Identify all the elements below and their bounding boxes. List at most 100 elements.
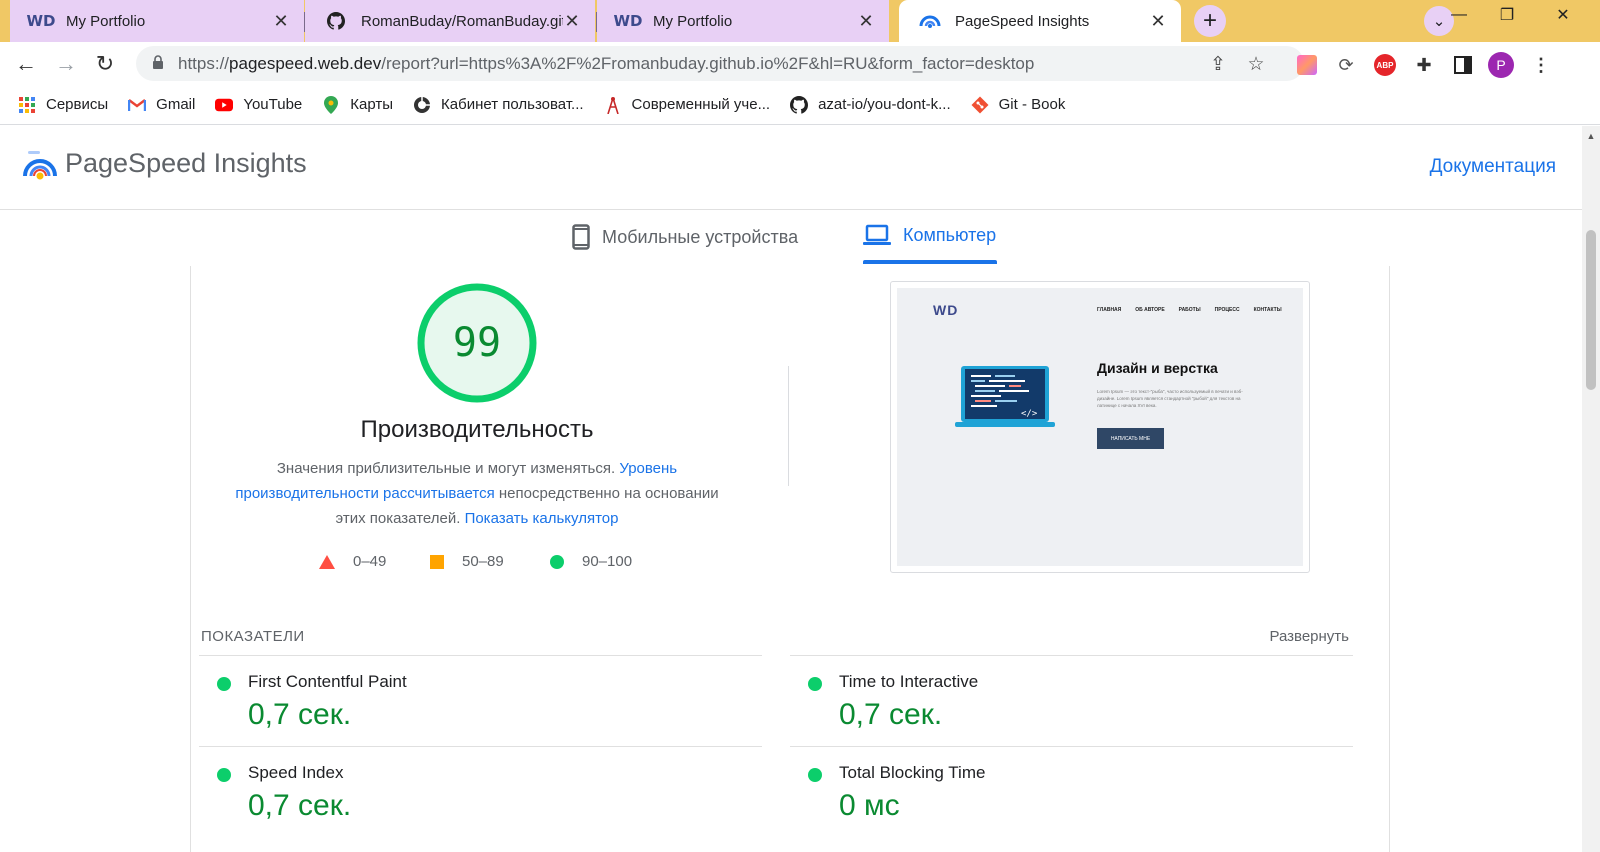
browser-tab[interactable]: RomanBuday/RomanBuday.githu ✕	[305, 0, 595, 42]
psi-header: PageSpeed Insights Документация	[0, 126, 1582, 210]
bookmark-item[interactable]: Git - Book	[971, 96, 1066, 114]
metric-label: Total Blocking Time	[839, 763, 986, 782]
close-icon[interactable]: ✕	[563, 11, 581, 32]
adblock-icon[interactable]: ABP	[1372, 52, 1398, 78]
git-icon	[971, 96, 989, 114]
metric-label: Speed Index	[248, 763, 344, 782]
metric-speed-index: Speed Index 0,7 сек.	[199, 746, 762, 837]
browser-tab-active[interactable]: PageSpeed Insights ✕	[899, 0, 1181, 42]
legend-label: 0–49	[353, 553, 387, 570]
maximize-button[interactable]: ❐	[1484, 0, 1530, 30]
reload-button[interactable]: ↻	[89, 48, 121, 80]
close-icon[interactable]: ✕	[1149, 11, 1167, 32]
browser-toolbar: ← → ↻ https://pagespeed.web.dev/report?u…	[0, 42, 1600, 85]
metric-value: 0 мс	[839, 789, 900, 822]
legend-item-fail: 0–49	[319, 553, 386, 570]
circle-icon	[550, 554, 564, 569]
calculator-link[interactable]: Показать калькулятор	[465, 510, 619, 527]
page-title[interactable]: PageSpeed Insights	[65, 148, 307, 179]
tab-mobile-label: Мобильные устройства	[602, 226, 799, 247]
score-description: Значения приблизительные и могут изменят…	[231, 456, 723, 531]
legend-label: 50–89	[462, 553, 504, 570]
pass-dot-icon	[808, 768, 822, 782]
bookmark-label: Современный уче...	[631, 96, 771, 113]
pagespeed-logo-icon[interactable]	[22, 148, 58, 184]
bookmark-label: Сервисы	[46, 96, 109, 113]
arrow-left-icon: ←	[15, 51, 37, 76]
bookmark-item[interactable]: Сервисы	[18, 96, 108, 114]
address-bar[interactable]: https://pagespeed.web.dev/report?url=htt…	[136, 46, 1304, 81]
extension-gradient-icon[interactable]	[1294, 52, 1320, 78]
pass-dot-icon	[808, 677, 822, 691]
screenshot-button: НАПИСАТЬ МНЕ	[1097, 428, 1164, 449]
documentation-link[interactable]: Документация	[1430, 156, 1556, 178]
close-icon[interactable]: ✕	[272, 11, 290, 32]
url-text[interactable]: https://pagespeed.web.dev/report?url=htt…	[178, 54, 1034, 74]
close-icon[interactable]: ✕	[857, 11, 875, 32]
tab-title: My Portfolio	[66, 12, 146, 30]
bookmark-label: YouTube	[243, 96, 303, 113]
profile-avatar[interactable]: P	[1488, 52, 1514, 78]
minimize-button[interactable]: —	[1436, 0, 1482, 30]
new-tab-button[interactable]: +	[1194, 5, 1226, 37]
bookmarks-bar: Сервисы Gmail YouTube Карты Кабинет поль…	[0, 85, 1600, 125]
form-factor-tabs: Мобильные устройства Компьютер	[0, 210, 1582, 266]
bookmark-item[interactable]: Современный уче...	[604, 96, 771, 114]
page-content: PageSpeed Insights Документация Мобильны…	[0, 126, 1582, 852]
forward-button[interactable]: →	[50, 48, 82, 80]
reload-icon: ↻	[95, 51, 115, 76]
share-icon[interactable]: ⇪	[1206, 52, 1230, 76]
lock-icon	[153, 55, 163, 69]
bookmark-item[interactable]: azat-io/you-dont-k...	[790, 95, 951, 114]
legend-label: 90–100	[582, 553, 633, 570]
screenshot-image: WD ГЛАВНАЯ ОБ АВТОРЕ РАБОТЫ ПРОЦЕСС КОНТ…	[897, 288, 1303, 566]
bookmark-item[interactable]: Gmail	[128, 96, 195, 114]
bookmark-item[interactable]: Карты	[322, 95, 394, 114]
bookmark-label: azat-io/you-dont-k...	[818, 96, 951, 113]
window-close-button[interactable]: ✕	[1540, 0, 1586, 30]
page-scrollbar[interactable]: ▲	[1582, 126, 1600, 852]
scrollbar-thumb[interactable]	[1586, 230, 1596, 390]
side-panel-icon[interactable]	[1450, 52, 1476, 78]
bookmark-label: Карты	[350, 96, 394, 113]
bookmark-label: Gmail	[156, 96, 196, 113]
pagespeed-icon	[919, 12, 941, 30]
tab-desktop-label: Компьютер	[903, 224, 997, 245]
tab-mobile[interactable]: Мобильные устройства	[572, 224, 798, 250]
globe-icon	[413, 96, 431, 114]
metric-label: First Contentful Paint	[248, 672, 407, 691]
pass-dot-icon	[217, 768, 231, 782]
browser-tab[interactable]: WD My Portfolio ✕	[597, 0, 889, 42]
bookmark-star-icon[interactable]: ☆	[1244, 52, 1268, 76]
scroll-up-arrow-icon[interactable]: ▲	[1582, 128, 1600, 144]
tab-desktop[interactable]: Компьютер	[863, 224, 996, 246]
maps-pin-icon	[322, 95, 340, 114]
menu-kebab-icon[interactable]: ⋮	[1528, 52, 1554, 78]
bookmark-item[interactable]: Кабинет пользоват...	[413, 96, 584, 114]
score-title: Производительность	[360, 416, 594, 443]
screenshot-nav-item: ПРОЦЕСС	[1214, 307, 1240, 313]
metric-value: 0,7 сек.	[248, 698, 352, 731]
metric-value: 0,7 сек.	[248, 789, 352, 822]
triangle-icon	[319, 554, 335, 569]
browser-tab[interactable]: WD My Portfolio ✕	[10, 0, 304, 42]
youtube-icon	[215, 96, 234, 114]
square-icon	[430, 554, 444, 569]
screenshot-text: Lorem Ipsum — это текст-"рыба", часто ис…	[1097, 389, 1243, 408]
pass-dot-icon	[217, 677, 231, 691]
puzzle-extensions-icon[interactable]: ✚	[1411, 52, 1437, 78]
expand-metrics-button[interactable]: Развернуть	[1269, 628, 1349, 645]
arrow-right-icon: →	[55, 51, 77, 76]
bookmark-label: Git - Book	[998, 96, 1066, 113]
gmail-icon	[128, 96, 147, 114]
page-screenshot: WD ГЛАВНАЯ ОБ АВТОРЕ РАБОТЫ ПРОЦЕСС КОНТ…	[890, 281, 1310, 573]
back-button[interactable]: ←	[10, 48, 42, 80]
sync-extension-icon[interactable]: ⟳	[1333, 52, 1359, 78]
divider	[788, 366, 789, 486]
bookmark-item[interactable]: YouTube	[215, 96, 302, 114]
metric-value: 0,7 сек.	[839, 698, 943, 731]
bookmark-label: Кабинет пользоват...	[441, 96, 584, 113]
wd-logo-icon: WD	[613, 12, 643, 30]
legend-item-pass: 90–100	[550, 553, 632, 570]
desc-text: Значения приблизительные и могут изменят…	[276, 460, 620, 477]
